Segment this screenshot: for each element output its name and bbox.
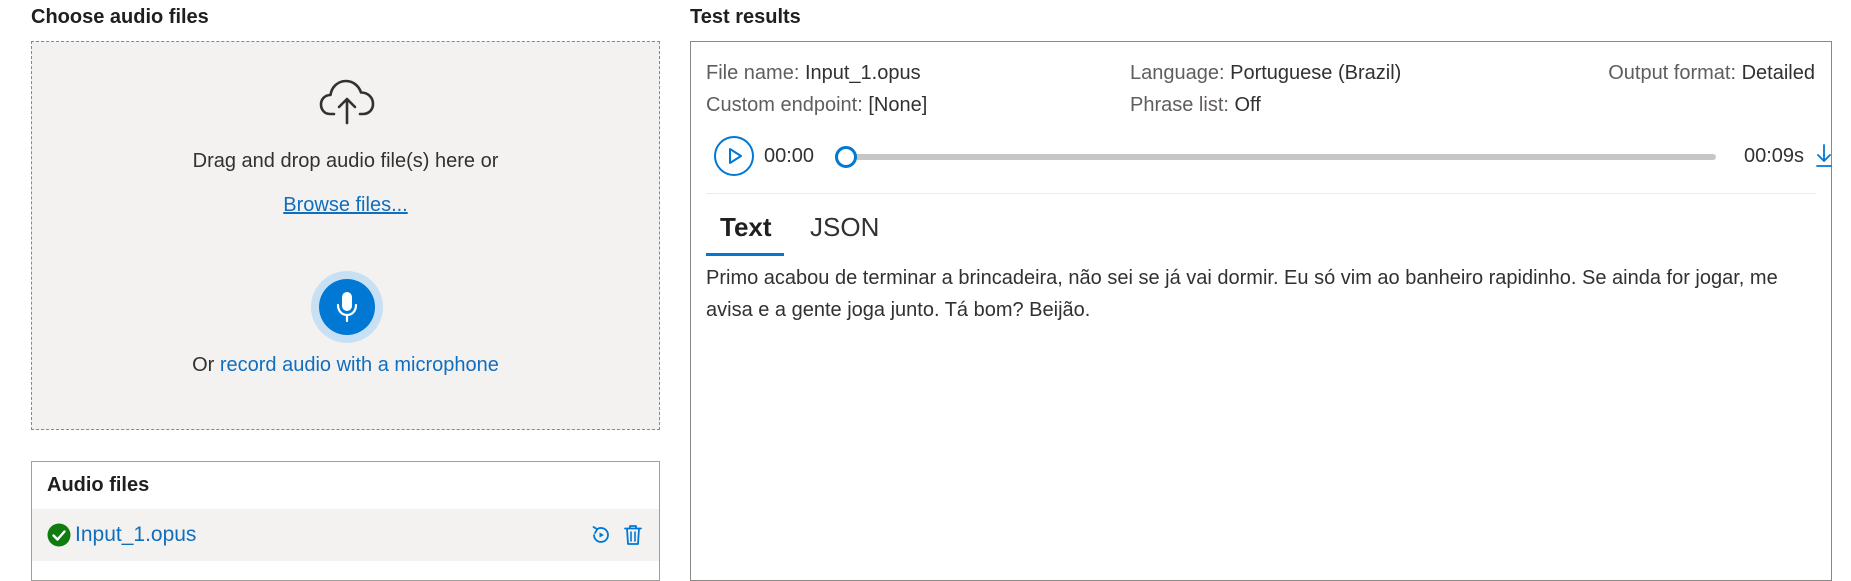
tab-json[interactable]: JSON bbox=[810, 212, 879, 243]
transcript-text: Primo acabou de terminar a brincadeira, … bbox=[706, 267, 1778, 321]
replay-icon[interactable] bbox=[589, 523, 613, 547]
total-duration: 00:09s bbox=[1744, 145, 1805, 167]
phrase-list-field: Phrase list: Off bbox=[1130, 94, 1261, 117]
seek-track[interactable] bbox=[846, 154, 1716, 160]
language-label: Language: bbox=[1130, 62, 1225, 84]
custom-endpoint-value: [None] bbox=[868, 94, 928, 116]
play-icon bbox=[729, 148, 742, 164]
microphone-icon bbox=[336, 292, 358, 323]
language-field: Language: Portuguese (Brazil) bbox=[1130, 62, 1401, 85]
record-audio-line: Or record audio with a microphone bbox=[32, 354, 659, 377]
tab-text[interactable]: Text bbox=[720, 212, 772, 243]
language-value: Portuguese (Brazil) bbox=[1230, 62, 1402, 84]
file-name-field: File name: Input_1.opus bbox=[706, 62, 921, 85]
cloud-upload-icon bbox=[319, 79, 375, 125]
browse-files-link[interactable]: Browse files... bbox=[32, 194, 659, 217]
output-format-field: Output format: Detailed bbox=[1608, 62, 1815, 85]
output-format-label: Output format: bbox=[1608, 62, 1737, 84]
test-results-panel: File name: Input_1.opus Language: Portug… bbox=[690, 41, 1832, 581]
selected-tab-indicator bbox=[706, 253, 784, 256]
phrase-list-label: Phrase list: bbox=[1130, 94, 1229, 116]
trash-icon[interactable] bbox=[621, 523, 645, 547]
record-microphone-button[interactable] bbox=[311, 271, 383, 343]
current-time: 00:00 bbox=[764, 145, 815, 167]
phrase-list-value: Off bbox=[1234, 94, 1261, 116]
audio-files-heading: Audio files bbox=[47, 474, 150, 496]
file-name-label: File name: bbox=[706, 62, 800, 84]
record-audio-link[interactable]: record audio with a microphone bbox=[220, 354, 499, 376]
play-button[interactable] bbox=[714, 136, 754, 176]
test-results-heading: Test results bbox=[690, 6, 801, 28]
file-name-value: Input_1.opus bbox=[804, 62, 921, 84]
download-icon[interactable] bbox=[1814, 143, 1834, 169]
audio-file-row[interactable]: Input_1.opus bbox=[32, 509, 659, 561]
check-circle-icon bbox=[47, 523, 71, 547]
custom-endpoint-label: Custom endpoint: bbox=[706, 94, 863, 116]
record-prefix: Or bbox=[192, 354, 220, 376]
audio-player: 00:00 00:09s bbox=[714, 136, 1832, 182]
audio-dropzone[interactable]: Drag and drop audio file(s) here or Brow… bbox=[31, 41, 660, 430]
custom-endpoint-field: Custom endpoint: [None] bbox=[706, 94, 927, 117]
audio-file-name-link[interactable]: Input_1.opus bbox=[75, 523, 196, 547]
choose-audio-files-heading: Choose audio files bbox=[31, 6, 209, 28]
drag-drop-instructions: Drag and drop audio file(s) here or bbox=[192, 150, 499, 172]
results-divider bbox=[706, 193, 1816, 194]
output-format-value: Detailed bbox=[1741, 62, 1815, 84]
audio-files-panel: Audio files Input_1.opus bbox=[31, 461, 660, 581]
seek-thumb[interactable] bbox=[835, 146, 857, 168]
